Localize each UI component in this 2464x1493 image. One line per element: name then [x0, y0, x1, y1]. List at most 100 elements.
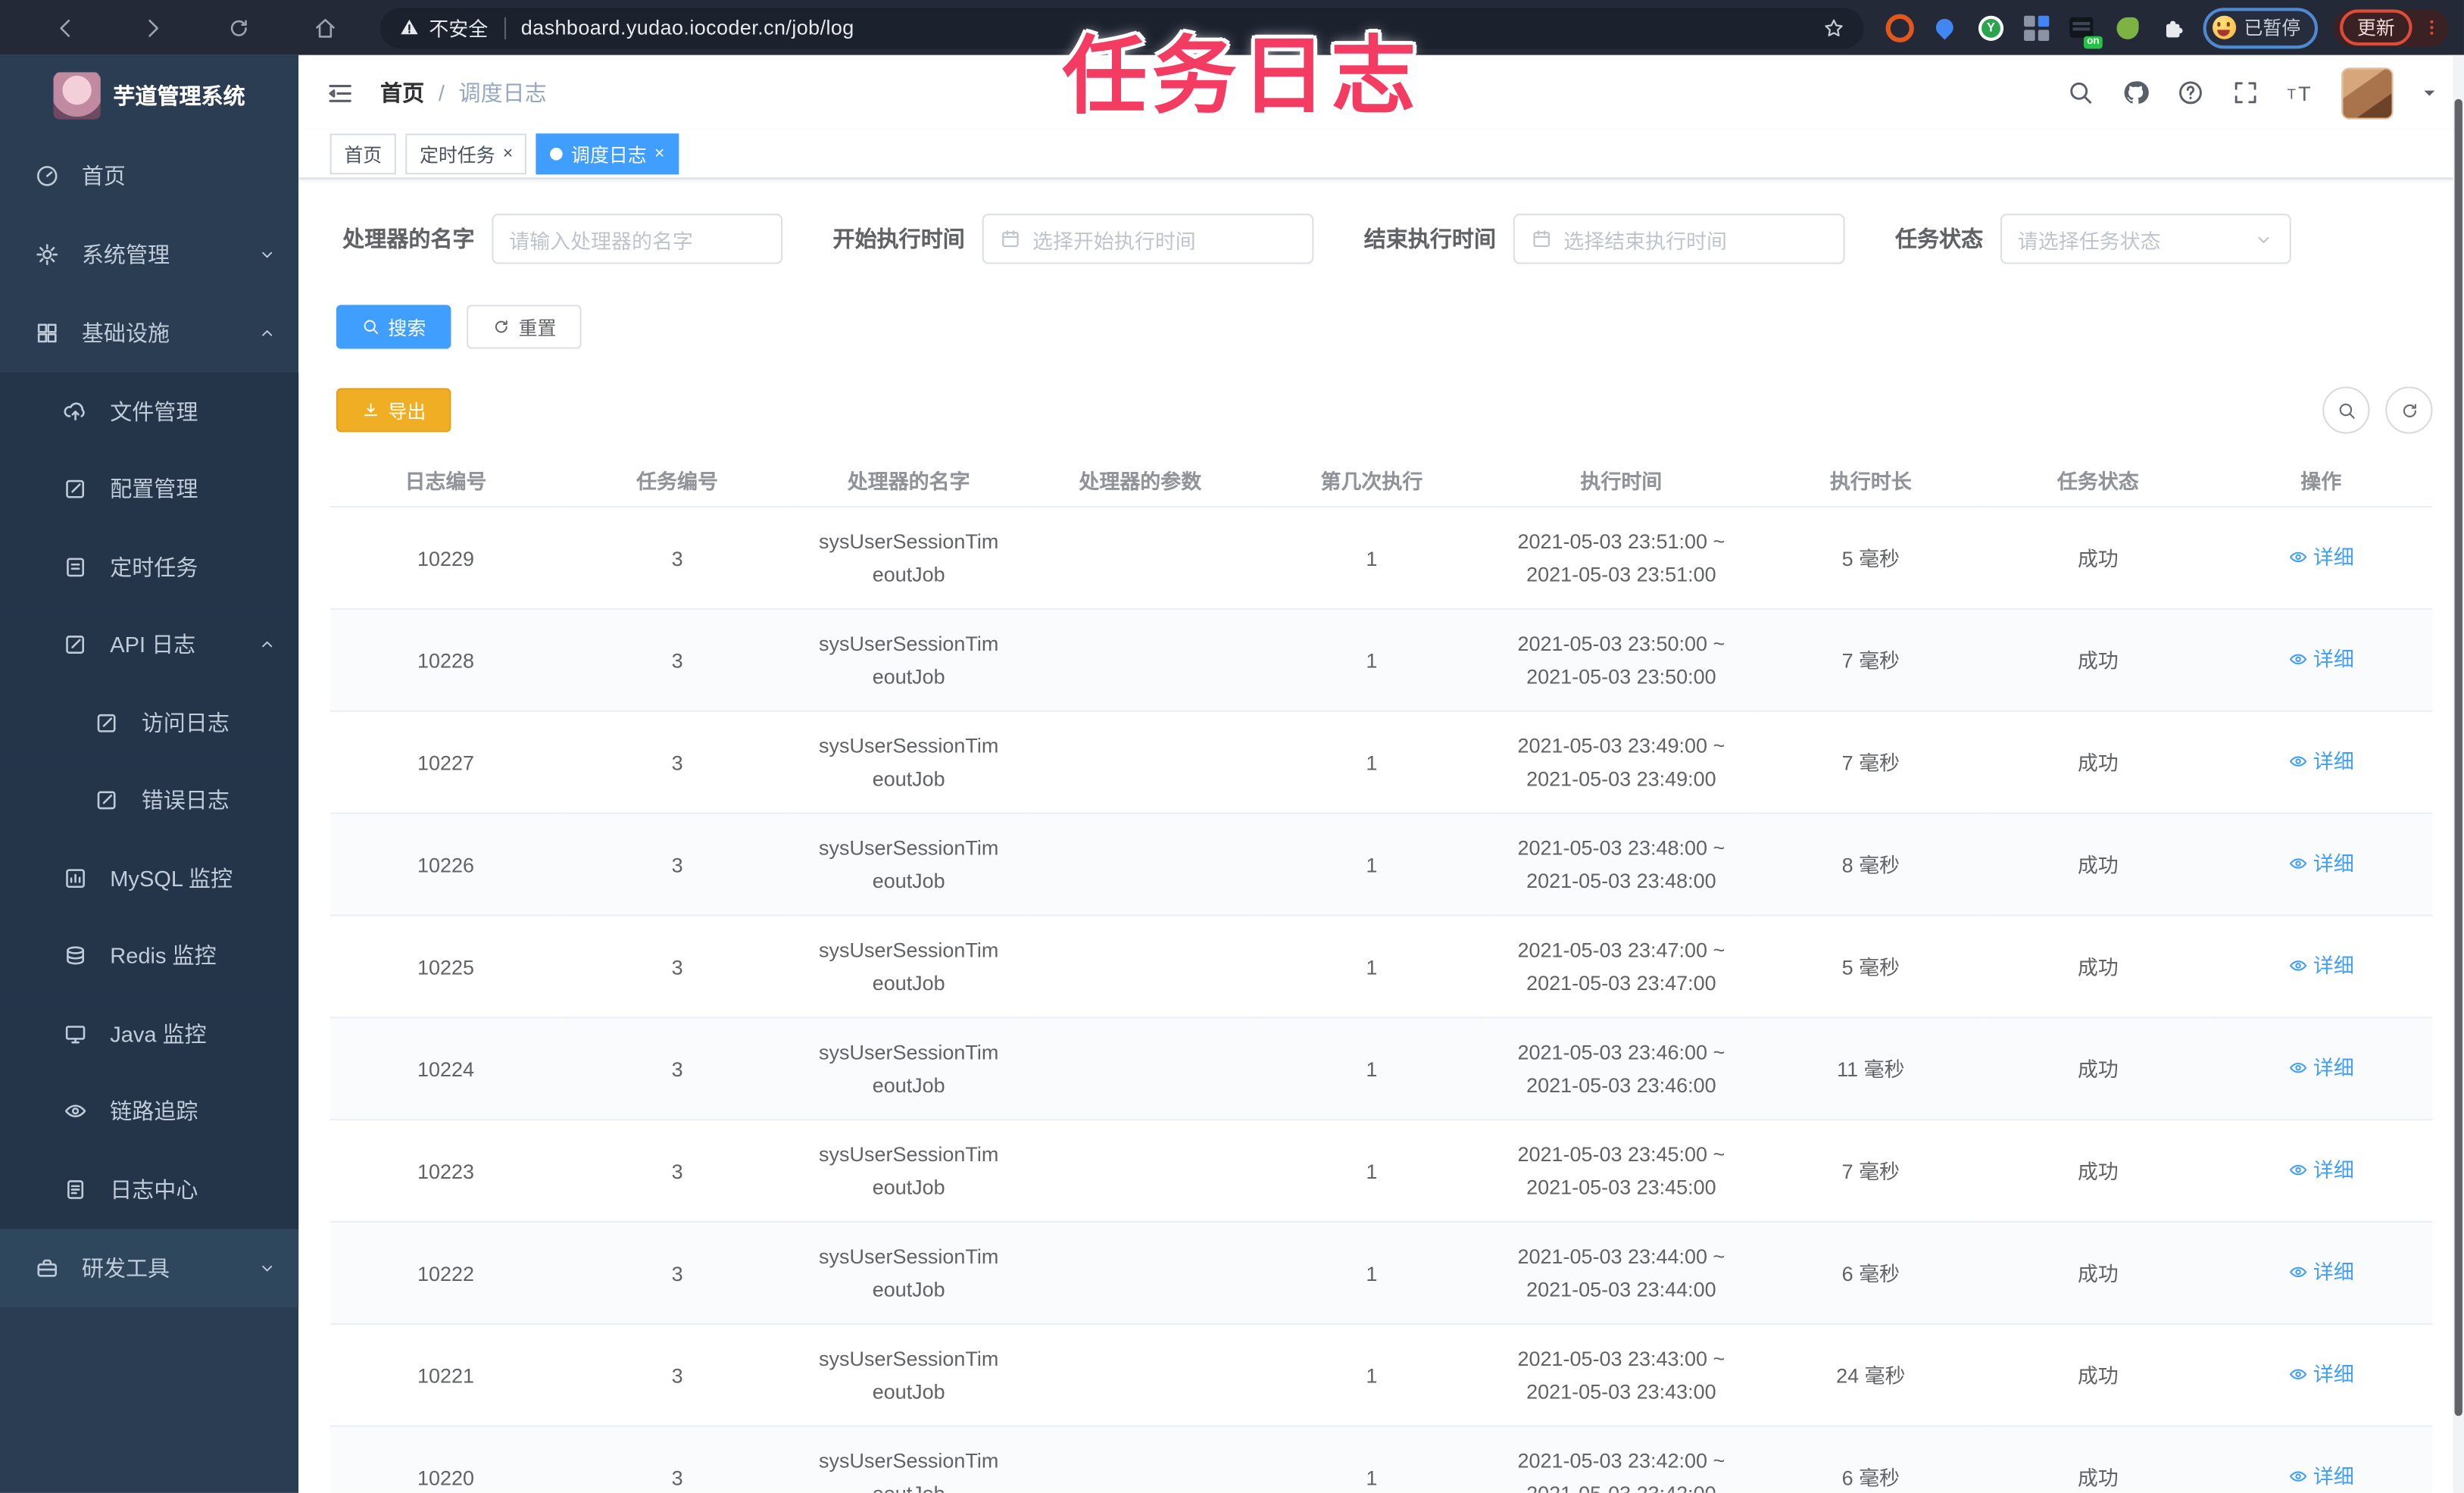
sidebar-item-11[interactable]: Java 监控 — [0, 995, 299, 1073]
column-header: 处理器的参数 — [1024, 452, 1257, 508]
browser-back-icon[interactable] — [22, 15, 108, 40]
cell-handler-name: sysUserSessionTimeoutJob — [792, 608, 1025, 712]
profile-paused-chip[interactable]: 已暂停 — [2203, 7, 2319, 48]
detail-link[interactable]: 详细 — [2288, 540, 2354, 573]
sidebar-logo-block[interactable]: 芋道管理系统 — [0, 55, 298, 137]
browser-home-icon[interactable] — [281, 15, 367, 40]
header-search-icon[interactable] — [2066, 79, 2094, 107]
font-size-icon[interactable]: TT — [2287, 79, 2315, 107]
begin-time-input[interactable]: 选择开始执行时间 — [982, 214, 1314, 264]
search-button[interactable]: 搜索 — [336, 305, 451, 349]
detail-link[interactable]: 详细 — [2288, 1153, 2354, 1186]
toggle-search-button[interactable] — [2322, 386, 2370, 434]
caret-down-icon[interactable] — [2420, 83, 2439, 102]
sidebar-item-5[interactable]: 定时任务 — [0, 528, 299, 606]
cell-status: 成功 — [1986, 507, 2210, 610]
detail-link[interactable]: 详细 — [2288, 1051, 2354, 1084]
close-icon[interactable]: × — [503, 145, 513, 163]
eye-icon — [63, 1099, 88, 1124]
sidebar-item-13[interactable]: 日志中心 — [0, 1150, 299, 1229]
detail-link[interactable]: 详细 — [2288, 1357, 2354, 1390]
orange-ring-extension-icon[interactable] — [1885, 13, 1914, 42]
puzzle-extensions-icon[interactable] — [2159, 14, 2187, 42]
browser-menu-icon[interactable] — [2422, 17, 2442, 38]
sidebar-item-6[interactable]: API 日志 — [0, 605, 299, 684]
cell-execute-time: 2021-05-03 23:47:00 ~2021-05-03 23:47:00 — [1487, 915, 1756, 1019]
sidebar-item-8[interactable]: 错误日志 — [0, 761, 299, 839]
detail-link[interactable]: 详细 — [2288, 1255, 2354, 1288]
cell-duration: 8 毫秒 — [1755, 813, 1987, 917]
tab-1[interactable]: 定时任务 × — [405, 133, 527, 175]
extension-toolbar: Y on — [1885, 13, 2187, 48]
tab-2[interactable]: 调度日志 × — [536, 133, 679, 175]
search-button-row: 搜索 重置 — [336, 305, 2464, 349]
breadcrumb-home[interactable]: 首页 — [380, 77, 424, 108]
detail-link[interactable]: 详细 — [2288, 642, 2354, 675]
table-row: 10229 3 sysUserSessionTim eoutJob 1 2021-… — [329, 507, 2433, 610]
sidebar-item-9[interactable]: MySQL 监控 — [0, 839, 299, 917]
column-header: 执行时长 — [1755, 452, 1987, 508]
scrollbar-thumb[interactable] — [2454, 98, 2462, 1416]
dark-list-extension-icon[interactable]: on — [2068, 14, 2103, 48]
chevron-down-icon — [258, 245, 276, 264]
bookmark-star-icon[interactable] — [1822, 17, 1844, 39]
filter-bar: 处理器的名字 请输入处理器的名字 开始执行时间 选择开始执行时间 结束执行时间 … — [330, 214, 2464, 264]
eye-icon — [2288, 1261, 2309, 1282]
update-button[interactable]: 更新 — [2340, 9, 2412, 46]
green-y-extension-icon[interactable]: Y — [1977, 14, 2005, 42]
cell-actions: 详细 — [2209, 608, 2433, 712]
blue-pin-extension-icon[interactable] — [1932, 14, 1960, 42]
sidebar-item-0[interactable]: 首页 — [0, 136, 298, 215]
detail-link[interactable]: 详细 — [2288, 948, 2354, 982]
cell-log-id: 10224 — [329, 1017, 562, 1121]
sidebar-item-4[interactable]: 配置管理 — [0, 450, 299, 529]
edit-icon — [94, 788, 119, 813]
cell-duration: 7 毫秒 — [1755, 711, 1987, 814]
security-warning-icon[interactable] — [399, 17, 420, 38]
question-icon[interactable] — [2176, 79, 2204, 107]
sidebar-item-2[interactable]: 基础设施 — [0, 294, 298, 373]
detail-link[interactable]: 详细 — [2288, 1459, 2354, 1492]
sidebar-item-10[interactable]: Redis 监控 — [0, 917, 299, 995]
handler-name-input[interactable]: 请输入处理器的名字 — [492, 214, 783, 264]
chart-icon — [63, 866, 88, 891]
filter-begin-time: 开始执行时间 选择开始执行时间 — [833, 214, 1314, 264]
sidebar-item-7[interactable]: 访问日志 — [0, 683, 299, 762]
refresh-table-button[interactable] — [2385, 386, 2433, 434]
cell-status: 成功 — [1986, 1120, 2210, 1223]
user-avatar[interactable] — [2341, 67, 2394, 119]
page-scrollbar[interactable] — [2453, 55, 2464, 1493]
end-time-input[interactable]: 选择结束执行时间 — [1513, 214, 1845, 264]
cell-handler-param — [1024, 1323, 1257, 1427]
detail-link[interactable]: 详细 — [2288, 846, 2354, 879]
cell-execute-index: 1 — [1256, 1222, 1488, 1325]
layers-icon — [63, 943, 88, 968]
eye-icon — [2288, 1057, 2309, 1077]
cell-execute-time: 2021-05-03 23:42:00 ~2021-05-03 23:42:00 — [1487, 1426, 1756, 1493]
fullscreen-icon[interactable] — [2231, 79, 2259, 107]
sidebar-item-14[interactable]: 研发工具 — [0, 1228, 299, 1307]
browser-reload-icon[interactable] — [195, 15, 281, 40]
sidebar-item-1[interactable]: 系统管理 — [0, 215, 298, 294]
close-icon[interactable]: × — [654, 145, 664, 163]
export-button[interactable]: 导出 — [336, 388, 451, 433]
sidebar-item-3[interactable]: 文件管理 — [0, 372, 299, 451]
hamburger-icon[interactable] — [325, 78, 354, 108]
table-row: 10223 3 sysUserSessionTim eoutJob 1 2021-… — [329, 1120, 2433, 1223]
tab-label: 调度日志 — [571, 143, 647, 166]
job-status-select[interactable]: 请选择任务状态 — [2000, 214, 2291, 264]
cell-duration: 7 毫秒 — [1755, 1120, 1987, 1223]
column-header: 日志编号 — [329, 452, 562, 508]
green-plant-extension-icon[interactable] — [2113, 14, 2141, 42]
detail-link[interactable]: 详细 — [2288, 744, 2354, 777]
cell-actions: 详细 — [2209, 1222, 2433, 1325]
refresh-icon — [492, 317, 511, 336]
reset-button[interactable]: 重置 — [467, 305, 582, 349]
github-icon[interactable] — [2122, 79, 2150, 107]
cell-status: 成功 — [1986, 711, 2210, 814]
tab-grid-extension-icon[interactable] — [2022, 14, 2050, 42]
sidebar-item-12[interactable]: 链路追踪 — [0, 1072, 299, 1151]
tab-0[interactable]: 首页 — [329, 133, 396, 175]
browser-forward-icon[interactable] — [108, 15, 195, 40]
cell-handler-param — [1024, 915, 1257, 1019]
